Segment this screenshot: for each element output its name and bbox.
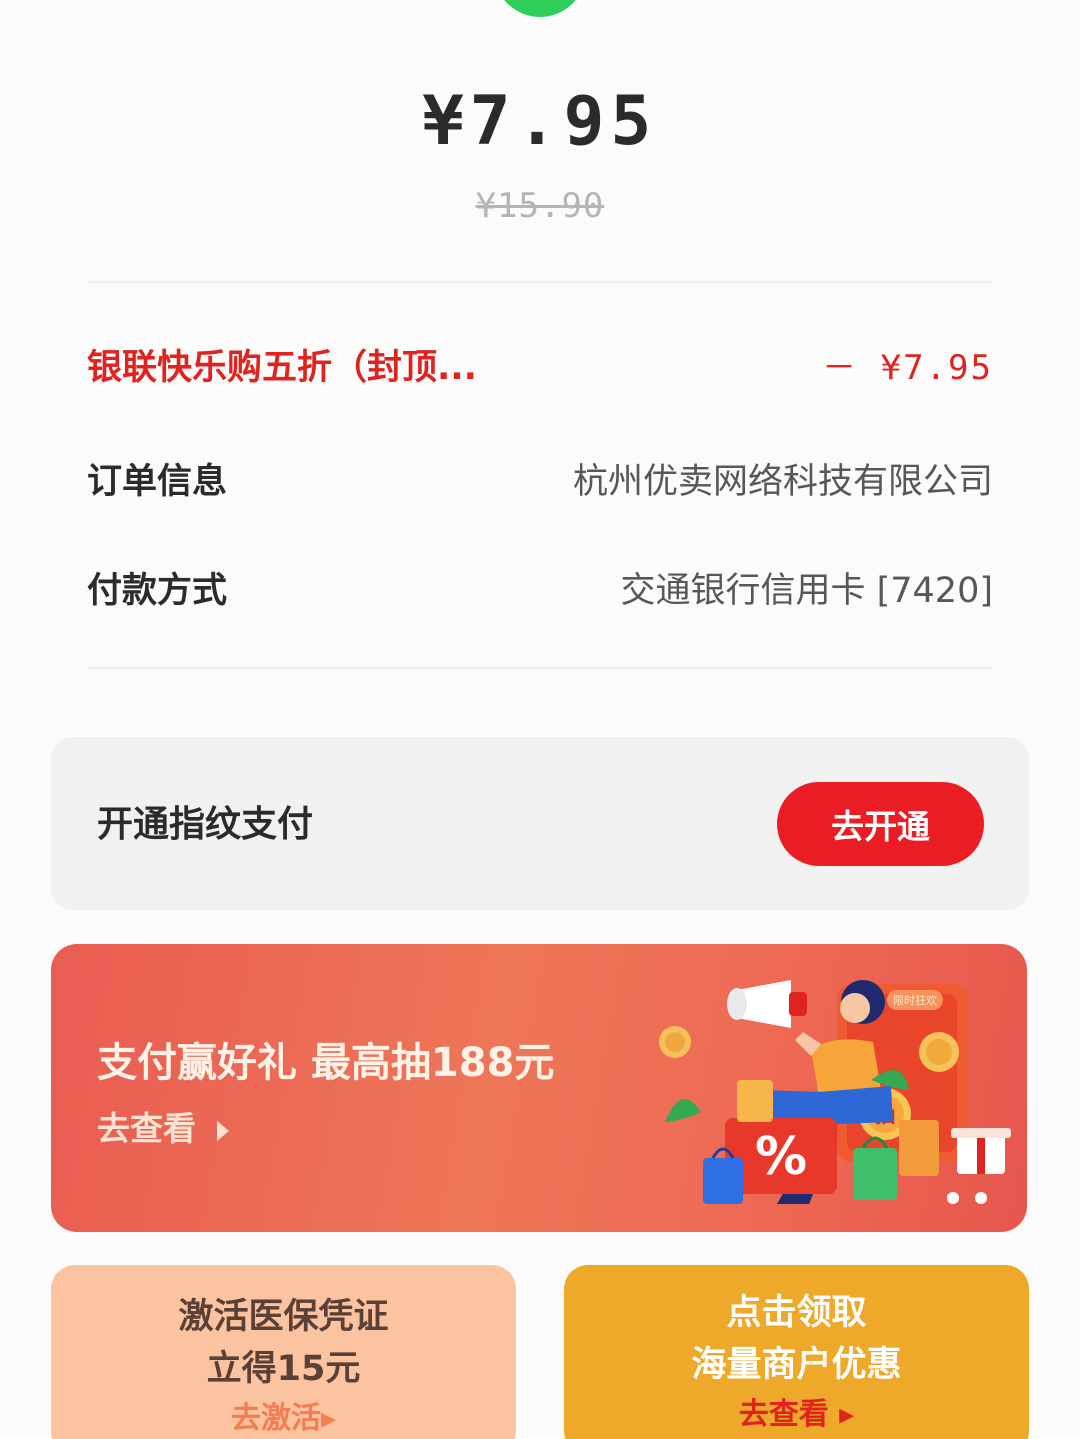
- tile-line: 立得15元: [206, 1349, 361, 1389]
- view-offers-link[interactable]: 去查看 ▸: [564, 1391, 1029, 1439]
- discount-row: 银联快乐购五折（封顶... － ¥7.95: [87, 334, 993, 394]
- payment-method-row: 付款方式 交通银行信用卡 [7420]: [87, 557, 993, 617]
- merchant-offers-tile[interactable]: 点击领取 海量商户优惠 去查看 ▸: [564, 1265, 1029, 1439]
- divider: [87, 281, 993, 283]
- enable-fingerprint-button[interactable]: 去开通: [777, 782, 984, 866]
- promo-banner[interactable]: 支付赢好礼 最高抽188元 去查看 限时狂欢 抽: [51, 944, 1027, 1232]
- activate-link[interactable]: 去激活▸: [51, 1395, 516, 1439]
- promo-art-badge: 限时狂欢: [893, 993, 937, 1007]
- promo-banner-link[interactable]: 去查看: [97, 1102, 232, 1150]
- shopping-bag-icon: [899, 1120, 939, 1176]
- fingerprint-pay-card: 开通指纹支付 去开通: [51, 737, 1029, 910]
- merchant-name: 杭州优卖网络科技有限公司: [572, 461, 993, 502]
- divider: [87, 667, 993, 669]
- promo-art-percent: %: [755, 1127, 807, 1187]
- promo-banner-link-text: 去查看: [97, 1109, 196, 1148]
- payment-result-page: ¥7.95 ¥15.90 银联快乐购五折（封顶... － ¥7.95 订单信息 …: [0, 0, 1080, 1439]
- promo-banner-title: 支付赢好礼 最高抽188元: [97, 1040, 555, 1086]
- shopping-bag-icon: [703, 1158, 743, 1204]
- tile-line: 点击领取: [726, 1293, 867, 1333]
- payment-card: 交通银行信用卡 [7420]: [620, 570, 993, 611]
- check-circle-icon: [494, 0, 586, 17]
- shopping-bag-icon: [737, 1080, 773, 1122]
- original-amount: ¥15.90: [475, 186, 605, 226]
- tile-line: 海量商户优惠: [691, 1345, 902, 1385]
- discount-value: － ¥7.95: [822, 347, 993, 388]
- promo-illustration: 限时狂欢 抽 %: [659, 980, 1011, 1204]
- order-info-label: 订单信息: [87, 461, 228, 502]
- order-info-row: 订单信息 杭州优卖网络科技有限公司: [87, 448, 993, 508]
- payment-method-label: 付款方式: [87, 570, 228, 611]
- triangle-right-icon: [216, 1120, 229, 1141]
- medical-insurance-tile[interactable]: 激活医保凭证 立得15元 去激活▸: [51, 1265, 516, 1439]
- discount-label: 银联快乐购五折（封顶...: [87, 347, 477, 388]
- tile-line: 激活医保凭证: [178, 1297, 389, 1337]
- fingerprint-pay-title: 开通指纹支付: [97, 804, 314, 845]
- paid-amount: ¥7.95: [422, 82, 658, 161]
- shopping-bag-icon: [853, 1148, 897, 1200]
